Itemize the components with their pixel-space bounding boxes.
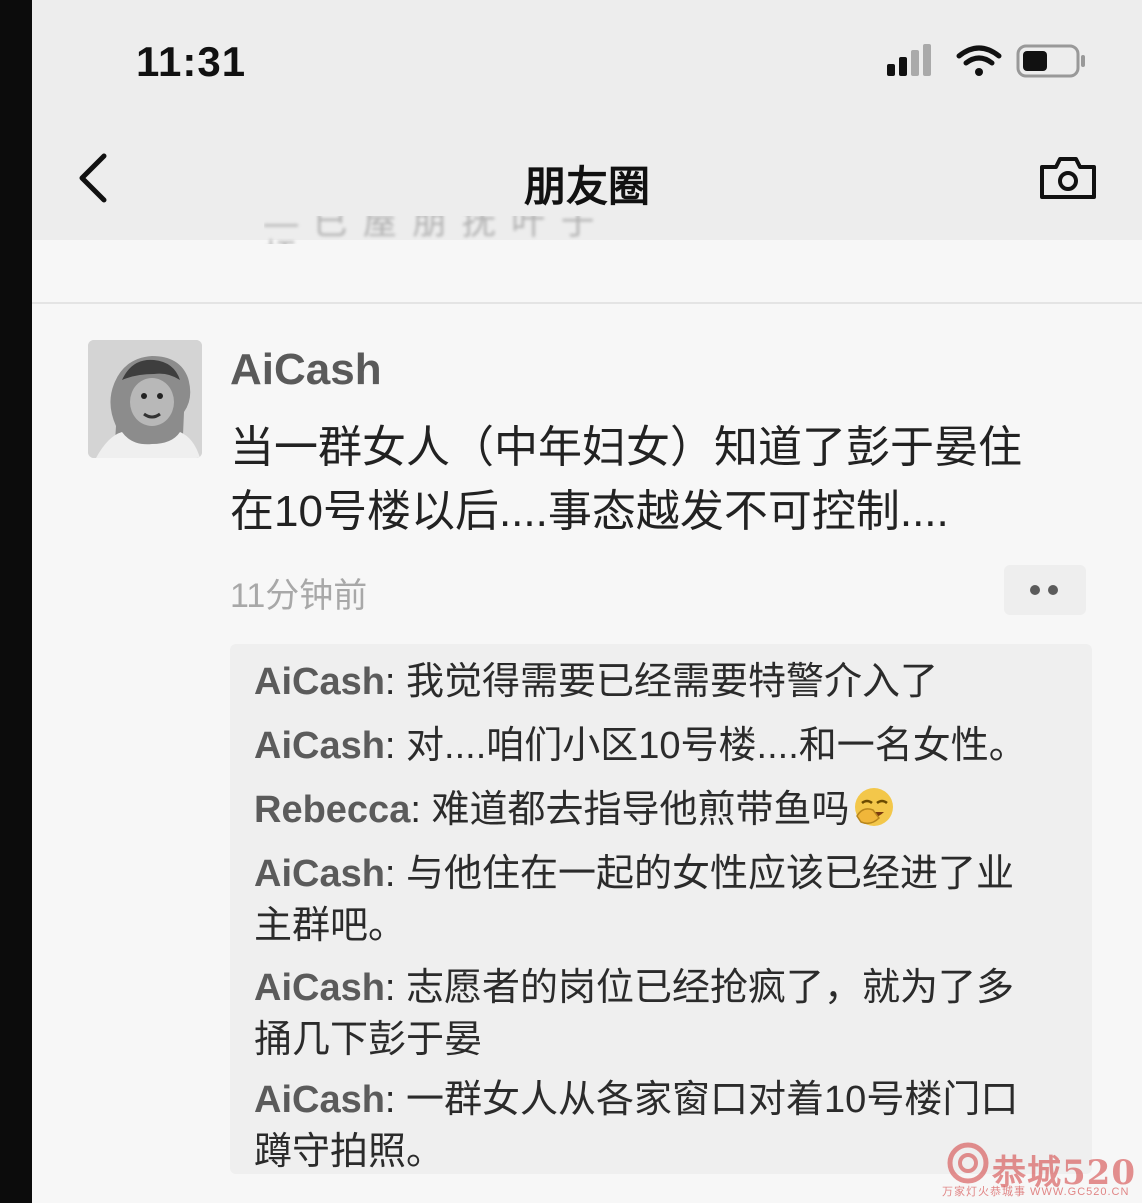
- dot-icon: [1030, 585, 1040, 595]
- comment-author[interactable]: AiCash: [254, 725, 385, 767]
- comment-text: 我觉得需要已经需要特警介入了: [406, 661, 939, 703]
- comment-list: AiCash: 我觉得需要已经需要特警介入了 AiCash: 对....咱们小区…: [230, 644, 1092, 1174]
- signal-icon: [887, 44, 931, 76]
- site-watermark: 恭城520 万家灯火恭城事 WWW.GC520.CN: [942, 1135, 1142, 1203]
- comment-text: 对....咱们小区10号楼....和一名女性。: [406, 725, 1027, 767]
- comment-item[interactable]: AiCash: 对....咱们小区10号楼....和一名女性。: [254, 720, 1084, 772]
- status-time: 11:31: [136, 38, 247, 85]
- comment-separator: :: [384, 1079, 407, 1121]
- comment-text: 与他住在一起的女性应该已经进了业: [406, 853, 1015, 895]
- comment-separator: :: [410, 789, 432, 831]
- comment-author[interactable]: AiCash: [254, 661, 385, 703]
- comment-separator: :: [384, 967, 407, 1009]
- watermark-subtext: 万家灯火恭城事 WWW.GC520.CN: [942, 1186, 1130, 1198]
- phone-screen: 11:31 朋友圈 ― 巳 屋 朋 抚 叶 于 AiCash 当一群女人（中年妇…: [32, 0, 1142, 1203]
- comment-item[interactable]: AiCash: 志愿者的岗位已经抢疯了，就为了多捅几下彭于晏: [254, 962, 1084, 1066]
- back-chevron-icon[interactable]: [72, 150, 118, 206]
- post-text: 当一群女人（中年妇女）知道了彭于晏住 在10号楼以后....事态越发不可控制..…: [230, 416, 1090, 544]
- post-author-name[interactable]: AiCash: [230, 345, 382, 395]
- comment-text-continued: 蹲守拍照。: [254, 1131, 445, 1173]
- watermark-logo-icon: [947, 1142, 989, 1184]
- comment-author[interactable]: AiCash: [254, 853, 385, 895]
- battery-icon: [1016, 44, 1085, 78]
- top-bar: 11:31 朋友圈 ― 巳 屋 朋 抚 叶 于: [32, 0, 1142, 244]
- comment-item[interactable]: AiCash: 与他住在一起的女性应该已经进了业主群吧。: [254, 848, 1084, 952]
- post-timestamp: 11分钟前: [230, 577, 368, 615]
- post-divider: [32, 302, 1142, 304]
- wifi-icon: [956, 45, 1002, 76]
- comment-separator: :: [384, 661, 407, 703]
- comment-separator: :: [384, 853, 407, 895]
- comment-separator: :: [384, 725, 407, 767]
- comment-author[interactable]: AiCash: [254, 967, 385, 1009]
- left-edge-strip: [0, 0, 32, 1203]
- camera-icon[interactable]: [1038, 155, 1098, 201]
- post-text-line: 在10号楼以后....事态越发不可控制....: [230, 487, 949, 536]
- post-text-line: 当一群女人（中年妇女）知道了彭于晏住: [230, 423, 1022, 472]
- dot-icon: [1048, 585, 1058, 595]
- comment-author[interactable]: AiCash: [254, 1079, 385, 1121]
- comment-text: 一群女人从各家窗口对着10号楼门口: [406, 1079, 1019, 1121]
- comment-text-continued: 主群吧。: [254, 905, 407, 947]
- comment-item[interactable]: Rebecca: 难道都去指导他煎带鱼吗: [254, 784, 1084, 842]
- status-icons: [887, 42, 1097, 82]
- comment-text-continued: 捅几下彭于晏: [254, 1019, 483, 1061]
- previous-post-text-fragment: ― 巳 屋 朋 抚 叶 于 抚: [264, 216, 598, 244]
- more-actions-button[interactable]: [1004, 565, 1086, 615]
- avatar[interactable]: [88, 340, 202, 458]
- page-title: 朋友圈: [523, 163, 650, 210]
- comment-author[interactable]: Rebecca: [254, 789, 410, 831]
- comment-text: 志愿者的岗位已经抢疯了，就为了多: [406, 967, 1015, 1009]
- comment-text: 难道都去指导他煎带鱼吗: [431, 789, 850, 831]
- comment-item[interactable]: AiCash: 我觉得需要已经需要特警介入了: [254, 656, 1084, 708]
- facepalm-laugh-emoji-icon: [853, 786, 895, 842]
